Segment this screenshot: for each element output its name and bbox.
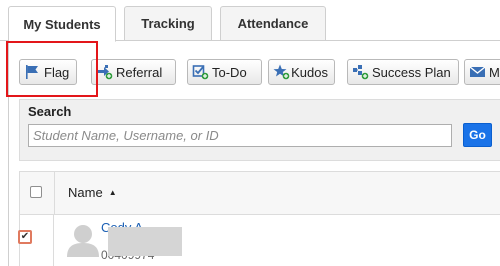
table-header: Name ▲ xyxy=(19,171,500,215)
students-panel: Flag Referral To-Do Kudos Success Plan M… xyxy=(6,41,500,266)
message-button-label: Me xyxy=(489,64,500,80)
tab-bar: My Students Tracking Attendance xyxy=(0,0,500,42)
name-column-header[interactable]: Name ▲ xyxy=(68,185,117,200)
message-button[interactable]: Me xyxy=(464,59,500,85)
referral-icon xyxy=(96,64,114,80)
search-section: Search Go xyxy=(19,99,500,161)
todo-button[interactable]: To-Do xyxy=(187,59,262,85)
referral-button[interactable]: Referral xyxy=(91,59,176,85)
kudos-icon xyxy=(273,64,290,80)
search-input[interactable] xyxy=(28,124,452,147)
success-plan-button[interactable]: Success Plan xyxy=(347,59,459,85)
tab-tracking[interactable]: Tracking xyxy=(124,6,212,41)
envelope-icon xyxy=(469,64,487,80)
flag-highlight-box xyxy=(6,41,98,97)
todo-icon xyxy=(192,64,210,80)
name-column-label: Name xyxy=(68,185,103,200)
kudos-button-label: Kudos xyxy=(291,64,328,80)
redaction-block xyxy=(108,227,182,256)
referral-button-label: Referral xyxy=(116,64,163,80)
checkmark-icon: ✔ xyxy=(20,231,30,242)
success-plan-icon xyxy=(352,64,370,80)
tab-my-students[interactable]: My Students xyxy=(8,6,116,42)
page: My Students Tracking Attendance Flag Ref… xyxy=(0,0,500,266)
sort-ascending-icon: ▲ xyxy=(108,188,117,197)
header-checkbox-cell xyxy=(20,172,55,214)
todo-button-label: To-Do xyxy=(212,64,247,80)
success-plan-button-label: Success Plan xyxy=(372,64,451,80)
row-checkbox[interactable]: ✔ xyxy=(18,230,32,244)
go-button[interactable]: Go xyxy=(463,123,492,147)
kudos-button[interactable]: Kudos xyxy=(268,59,335,85)
search-label: Search xyxy=(28,104,72,119)
tab-attendance[interactable]: Attendance xyxy=(220,6,326,41)
avatar xyxy=(65,223,101,257)
select-all-checkbox[interactable] xyxy=(30,186,42,198)
